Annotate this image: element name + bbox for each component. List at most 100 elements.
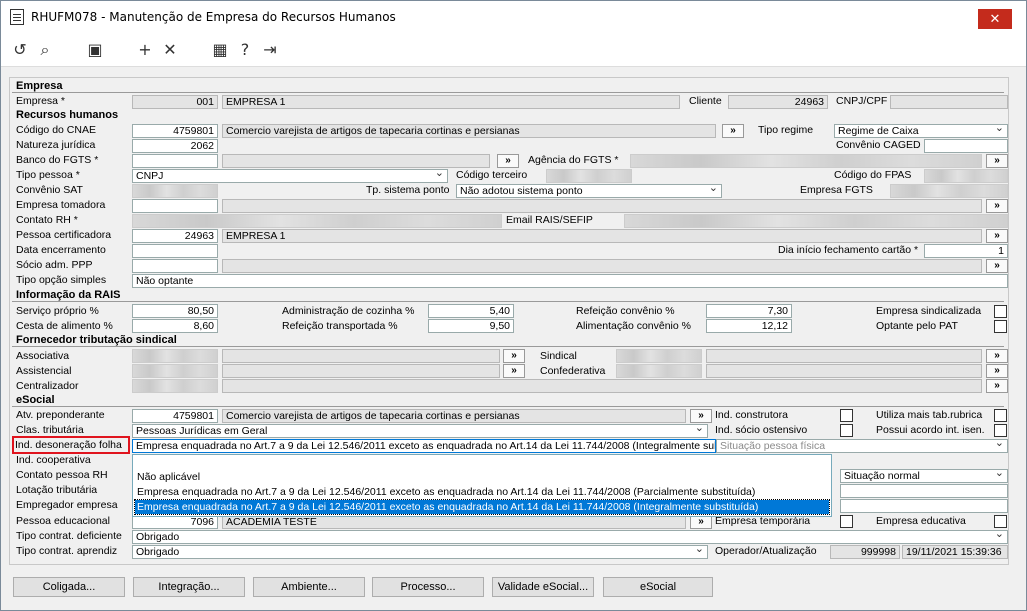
socio-ostensivo-label: Ind. sócio ostensivo <box>715 424 808 436</box>
esocial-button[interactable]: eSocial <box>603 577 713 597</box>
mais-rubrica-checkbox[interactable] <box>994 409 1007 422</box>
processo-button[interactable]: Processo... <box>372 577 484 597</box>
undo-icon[interactable]: ↺ <box>11 41 29 59</box>
banco-name-field <box>222 154 490 168</box>
assistencial-lookup-button[interactable]: » <box>503 364 525 378</box>
temporaria-checkbox[interactable] <box>840 515 853 528</box>
tp-ponto-select[interactable]: Não adotou sistema ponto <box>456 184 722 198</box>
situacao-pf-select[interactable]: Situação pessoa física <box>716 439 1008 453</box>
cnae-field[interactable]: 4759801 <box>132 124 218 138</box>
sindicalizada-label: Empresa sindicalizada <box>876 305 982 317</box>
search-icon[interactable]: ⌕ <box>36 41 54 59</box>
empresa-code-field[interactable]: 001 <box>132 95 218 109</box>
email-field[interactable] <box>624 214 1008 228</box>
associativa-code-field[interactable] <box>132 349 218 363</box>
natureza-field[interactable]: 2062 <box>132 139 218 153</box>
socio-ostensivo-checkbox[interactable] <box>840 424 853 437</box>
empresa-name-field: EMPRESA 1 <box>222 95 680 109</box>
tomadora-code-field[interactable] <box>132 199 218 213</box>
convenio-sat-field[interactable] <box>132 184 218 198</box>
section-rais: Informação da RAIS <box>16 289 121 301</box>
opcao-simples-field[interactable]: Não optante <box>132 274 1008 288</box>
sindical-lookup-button[interactable]: » <box>986 349 1008 363</box>
close-button[interactable]: ✕ <box>978 9 1012 29</box>
atv-lookup-button[interactable]: » <box>690 409 712 423</box>
empresa-fgts-label: Empresa FGTS <box>800 184 873 196</box>
add-icon[interactable]: + <box>136 41 154 59</box>
confederativa-code-field[interactable] <box>616 364 702 378</box>
assistencial-code-field[interactable] <box>132 364 218 378</box>
situacao-normal-select[interactable]: Situação normal <box>840 469 1008 483</box>
socio-name-field <box>222 259 982 273</box>
educativa-checkbox[interactable] <box>994 515 1007 528</box>
tp-ponto-label: Tp. sistema ponto <box>366 184 450 196</box>
cnae-desc-field: Comercio varejista de artigos de tapecar… <box>222 124 716 138</box>
integracao-button[interactable]: Integração... <box>133 577 245 597</box>
tipo-regime-select[interactable]: Regime de Caixa <box>834 124 1008 138</box>
pat-checkbox[interactable] <box>994 320 1007 333</box>
contato-rh-field[interactable] <box>132 214 502 228</box>
alimentacao-convenio-label: Alimentação convênio % <box>576 320 691 332</box>
tomadora-lookup-button[interactable]: » <box>986 199 1008 213</box>
servico-field[interactable]: 80,50 <box>132 304 218 318</box>
acordo-checkbox[interactable] <box>994 424 1007 437</box>
help-icon[interactable]: ? <box>236 41 254 59</box>
calendar-icon[interactable]: ▦ <box>211 41 229 59</box>
refeicao-convenio-field[interactable]: 7,30 <box>706 304 792 318</box>
dropdown-option[interactable]: Empresa enquadrada no Art.7 a 9 da Lei 1… <box>135 485 829 499</box>
empresa-fgts-field[interactable] <box>890 184 1008 198</box>
socio-lookup-button[interactable]: » <box>986 259 1008 273</box>
cesta-field[interactable]: 8,60 <box>132 319 218 333</box>
refeicao-transportada-field[interactable]: 9,50 <box>428 319 514 333</box>
educacional-label: Pessoa educacional <box>16 515 110 527</box>
encerramento-field[interactable] <box>132 244 218 258</box>
ambiente-button[interactable]: Ambiente... <box>253 577 365 597</box>
validade-esocial-button[interactable]: Validade eSocial... <box>492 577 594 597</box>
cnpj-label: CNPJ/CPF <box>836 95 888 107</box>
empregador-extra-field[interactable] <box>840 499 1008 513</box>
sindical-code-field[interactable] <box>616 349 702 363</box>
empresa-label: Empresa * <box>16 95 66 107</box>
opcao-simples-label: Tipo opção simples <box>16 274 107 286</box>
certificadora-lookup-button[interactable]: » <box>986 229 1008 243</box>
fpas-field[interactable] <box>924 169 1008 183</box>
dia-fechamento-field[interactable]: 1 <box>924 244 1008 258</box>
sindicalizada-checkbox[interactable] <box>994 305 1007 318</box>
associativa-lookup-button[interactable]: » <box>503 349 525 363</box>
desoneracao-select[interactable]: Empresa enquadrada no Art.7 a 9 da Lei 1… <box>132 439 716 453</box>
confederativa-label: Confederativa <box>540 365 606 377</box>
tipo-pessoa-select[interactable]: CNPJ <box>132 169 448 183</box>
atv-preponderante-field[interactable]: 4759801 <box>132 409 218 423</box>
certificadora-field[interactable]: 24963 <box>132 229 218 243</box>
sindical-label: Sindical <box>540 350 577 362</box>
banco-code-field[interactable] <box>132 154 218 168</box>
dropdown-option-selected[interactable]: Empresa enquadrada no Art.7 a 9 da Lei 1… <box>134 499 830 515</box>
alimentacao-convenio-field[interactable]: 12,12 <box>706 319 792 333</box>
confederativa-lookup-button[interactable]: » <box>986 364 1008 378</box>
coligada-button[interactable]: Coligada... <box>13 577 125 597</box>
ind-construtora-checkbox[interactable] <box>840 409 853 422</box>
educacional-lookup-button[interactable]: » <box>690 515 712 529</box>
centralizador-code-field[interactable] <box>132 379 218 393</box>
caged-field[interactable] <box>924 139 1008 153</box>
save-icon[interactable]: ▣ <box>86 41 104 59</box>
delete-icon[interactable]: ✕ <box>161 41 179 59</box>
exit-icon[interactable]: ⇥ <box>261 41 279 59</box>
agencia-lookup-button[interactable]: » <box>986 154 1008 168</box>
clas-tributaria-select[interactable]: Pessoas Jurídicas em Geral <box>132 424 708 438</box>
dropdown-option[interactable]: Não aplicável <box>135 470 829 484</box>
adm-cozinha-field[interactable]: 5,40 <box>428 304 514 318</box>
educacional-field[interactable]: 7096 <box>132 515 218 529</box>
adm-cozinha-label: Administração de cozinha % <box>282 305 415 317</box>
cnae-lookup-button[interactable]: » <box>722 124 744 138</box>
app-icon <box>10 9 24 25</box>
lotacao-extra-field[interactable] <box>840 484 1008 498</box>
cod-terceiro-label: Código terceiro <box>456 169 528 181</box>
centralizador-lookup-button[interactable]: » <box>986 379 1008 393</box>
cod-terceiro-field[interactable] <box>546 169 632 183</box>
banco-lookup-button[interactable]: » <box>497 154 519 168</box>
agencia-field[interactable] <box>630 154 982 168</box>
deficiente-select[interactable]: Obrigado <box>132 530 1008 544</box>
socio-code-field[interactable] <box>132 259 218 273</box>
aprendiz-select[interactable]: Obrigado <box>132 545 708 559</box>
